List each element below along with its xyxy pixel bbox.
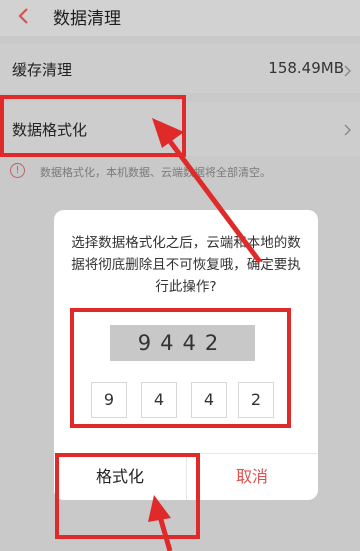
page-title: 数据清理	[53, 9, 121, 29]
cache-clean-label: 缓存清理	[12, 61, 73, 79]
cache-size-value: 158.49MB	[268, 59, 344, 77]
cache-clean-row[interactable]: 缓存清理 158.49MB	[0, 44, 360, 93]
chevron-right-icon	[344, 124, 351, 136]
format-confirm-dialog: 选择数据格式化之后，云端和本地的数据将彻底删除且不可恢复哦，确定要执行此操作? …	[54, 210, 318, 500]
verification-code-display: 9442	[110, 325, 255, 361]
code-input-2[interactable]: 4	[141, 382, 177, 418]
code-input-1[interactable]: 9	[91, 382, 127, 418]
code-input-4[interactable]: 2	[238, 382, 274, 418]
back-arrow-icon[interactable]	[14, 6, 34, 26]
code-input-3[interactable]: 4	[191, 382, 227, 418]
format-hint-text: 数据格式化，本机数据、云端数据将全部清空。	[40, 166, 271, 179]
format-button[interactable]: 格式化	[54, 454, 186, 500]
chevron-right-icon	[344, 65, 351, 77]
arrow-icon	[148, 495, 173, 551]
warning-icon: !	[10, 163, 25, 178]
top-bar: 数据清理	[0, 0, 360, 36]
dialog-message: 选择数据格式化之后，云端和本地的数据将彻底删除且不可恢复哦，确定要执行此操作?	[71, 235, 301, 295]
data-format-row[interactable]: 数据格式化	[0, 102, 360, 156]
cancel-button[interactable]: 取消	[186, 454, 318, 500]
data-format-label: 数据格式化	[12, 121, 88, 139]
